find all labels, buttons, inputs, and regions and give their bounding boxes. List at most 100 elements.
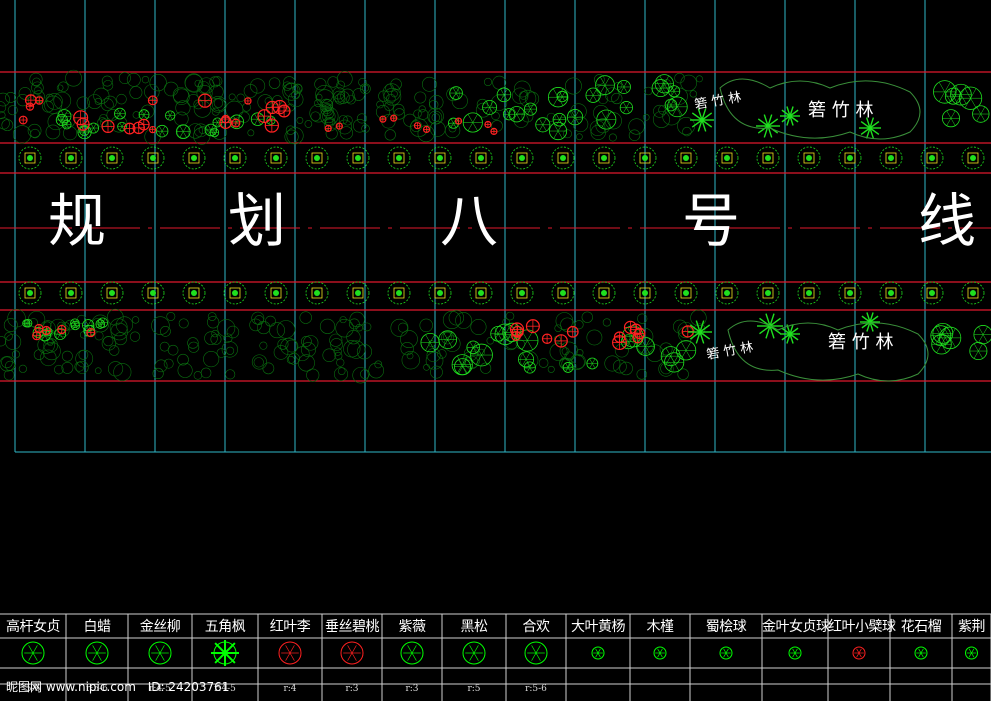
red-flower-symbol [41, 325, 51, 336]
hedge-shrub [154, 359, 168, 373]
crape-myrtle-icon [400, 641, 424, 665]
hedge-shrub [7, 105, 18, 116]
bamboo-symbol [780, 106, 800, 126]
street-tree-symbol [387, 281, 411, 305]
street-tree-symbol [879, 281, 903, 305]
legend-item-name: 红叶小檗球 [828, 619, 896, 635]
shrub-symbol [595, 75, 615, 95]
hedge-shrub [163, 358, 174, 369]
legend-item: 蜀桧球 [690, 612, 762, 701]
red-flower-symbol [379, 115, 387, 123]
shrub-symbol [596, 109, 617, 130]
street-tree-symbol [346, 281, 370, 305]
hedge-shrub [586, 329, 603, 346]
hedge-shrub [335, 319, 354, 338]
street-tree-symbol [469, 146, 493, 170]
hedge-shrub [695, 75, 703, 83]
legend-item-name: 红叶李 [269, 619, 311, 635]
hedge-shrub [213, 98, 224, 108]
legend-item: 垂丝碧桃 r:3 [322, 612, 382, 701]
hedge-shrub [376, 100, 384, 109]
street-tree-symbol [387, 146, 411, 170]
legend-item-name: 五角枫 [204, 619, 246, 635]
red-flower-symbol [264, 118, 279, 133]
shrub-symbol [462, 112, 483, 133]
shrub-symbol [155, 124, 169, 138]
shrub-symbol [502, 108, 516, 121]
hedge-shrub [45, 124, 61, 140]
hedge-shrub [5, 333, 22, 350]
shrub-symbol [556, 90, 568, 103]
pomegranate-icon [914, 646, 928, 660]
street-tree-symbol [18, 281, 42, 305]
shrub-symbol [586, 357, 599, 370]
bamboo-label-lower-large: 箬 竹 林 [828, 332, 894, 353]
hedge-shrub [637, 313, 648, 324]
shrub-symbol [548, 121, 568, 141]
shrub-symbol [523, 361, 536, 374]
legend-item-name: 金叶女贞球 [762, 619, 830, 635]
hedge-shrub [253, 357, 264, 368]
hedge-shrub [5, 360, 16, 372]
street-tree-symbol [592, 146, 616, 170]
legend-item: 紫薇 r:3 [382, 612, 442, 701]
legend-item: 黑松 r:5 [442, 612, 506, 701]
hedge-shrub [325, 127, 338, 140]
hedge-shrub [160, 326, 171, 337]
hedge-shrub [203, 351, 220, 368]
bamboo-symbol [756, 114, 780, 138]
upper-street-tree-row [18, 146, 985, 170]
legend-item-radius: r:3 [345, 684, 359, 694]
hedge-shrub [225, 346, 235, 355]
street-tree-symbol [141, 281, 165, 305]
shrub-symbol [932, 322, 954, 344]
shrub-symbol [651, 79, 670, 98]
shrub-symbol [175, 124, 191, 140]
hedge-shrub [480, 362, 492, 374]
juniper-ball-icon [719, 646, 733, 660]
shrub-symbol [454, 358, 471, 376]
legend-item: 金叶女贞球 [762, 612, 830, 701]
title-char: 线 [918, 187, 977, 255]
hedge-shrub [193, 127, 211, 145]
privet-icon [21, 641, 45, 665]
hedge-shrub [207, 316, 220, 329]
hedge-shrub [336, 358, 345, 367]
watermark-id: ID: 24203761 [147, 680, 230, 694]
hedge-shrub [175, 100, 191, 116]
hedge-shrub [419, 318, 433, 333]
shrub-symbol [523, 102, 538, 116]
hedge-shrub [211, 329, 219, 338]
street-tree-symbol [510, 281, 534, 305]
street-tree-symbol [346, 146, 370, 170]
title-char: 划 [228, 187, 287, 255]
red-flower-symbol [123, 122, 136, 135]
street-tree-symbol [674, 146, 698, 170]
hedge-shrub [608, 133, 617, 142]
legend-item-name: 紫薇 [398, 619, 427, 635]
hedge-shrub [3, 369, 15, 381]
hedge-shrub [18, 364, 27, 373]
hedge-shrub [94, 367, 102, 375]
street-tree-symbol [920, 281, 944, 305]
barberry-ball-icon [852, 646, 866, 660]
red-flower-symbol [231, 118, 241, 128]
hedge-shrub [330, 338, 343, 351]
shrub-symbol [668, 85, 681, 98]
hedge-shrub [430, 365, 443, 379]
golden-willow-icon [148, 641, 172, 665]
street-tree-symbol [182, 146, 206, 170]
hedge-shrub [18, 87, 32, 100]
hedge-shrub [559, 357, 570, 369]
hedge-shrub [400, 341, 414, 356]
shrub-symbol [138, 109, 150, 121]
street-tree-symbol [428, 146, 452, 170]
red-flower-symbol [541, 333, 553, 344]
shrub-symbol [636, 337, 655, 356]
hedge-shrub [337, 367, 346, 375]
shrub-symbol [482, 99, 498, 115]
watermark: 昵图网 www.nipic.com ID: 24203761 [6, 678, 229, 695]
hedge-shrub [236, 93, 245, 103]
red-flower-symbol [413, 122, 422, 130]
hedge-shrub [212, 76, 223, 87]
